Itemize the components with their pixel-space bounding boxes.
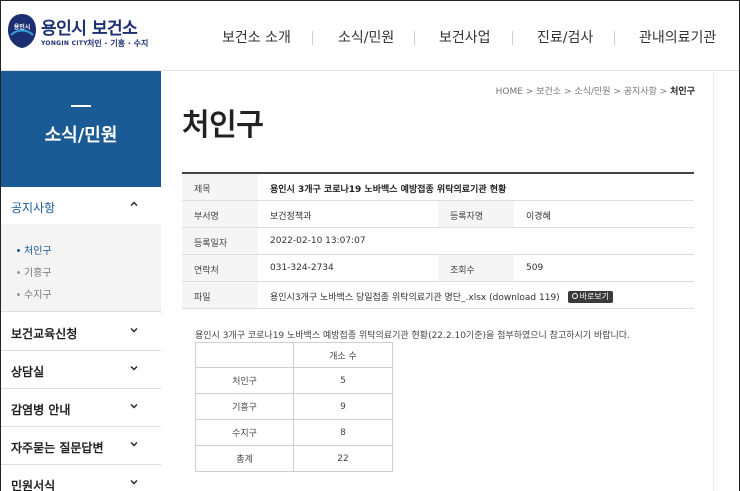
post-subject: 용인시 3개구 코로나19 노바백스 예방접종 위탁의료기관 현황 xyxy=(270,185,507,195)
submenu-item-suji[interactable]: 수지구 xyxy=(17,286,52,301)
sidebar-item-faq[interactable]: 자주묻는 질문답변 xyxy=(1,427,161,465)
chevron-down-icon xyxy=(130,480,138,485)
sidebar-item-label: 자주묻는 질문답변 xyxy=(11,441,104,455)
post-date: 2022-02-10 13:07:07 xyxy=(270,236,366,246)
file-download-link[interactable]: 용인시3개구 노바백스 당일접종 위탁의료기관 명단_.xlsx (downlo… xyxy=(270,293,560,303)
nav-item-medical-institutions[interactable]: 관내의료기관 xyxy=(639,27,716,47)
info-label: 제목 xyxy=(182,174,258,200)
table-row: 기흥구 9 xyxy=(195,393,393,420)
breadcrumb: HOME > 보건소 > 소식/민원 > 공지사항 > 처인구 xyxy=(495,87,695,97)
sidebar-item-forms[interactable]: 민원서식 xyxy=(1,465,161,491)
info-row-date: 등록일자 2022-02-10 13:07:07 xyxy=(182,228,694,255)
right-margin xyxy=(713,72,739,491)
sidebar-item-label: 상담실 xyxy=(11,365,45,379)
info-label: 등록일자 xyxy=(182,228,258,254)
info-row-subject: 제목 용인시 3개구 코로나19 노바백스 예방접종 위탁의료기관 현황 xyxy=(182,174,694,201)
table-cell-count: 22 xyxy=(293,445,393,472)
sidebar-item-health-education[interactable]: 보건교육신청 xyxy=(1,313,161,351)
sidebar-header: 소식/민원 xyxy=(1,71,161,187)
logo-english: YONGIN CITY xyxy=(41,40,88,47)
submenu-item-label: 수지구 xyxy=(24,290,52,301)
preview-button-label: 바로보기 xyxy=(579,292,610,301)
bullet-icon xyxy=(17,270,20,274)
nav-item-treatment[interactable]: 진료/검사 xyxy=(537,27,593,47)
preview-button[interactable]: 바로보기 xyxy=(567,291,614,303)
table-row: 총계 22 xyxy=(195,445,393,472)
nav-item-health-programs[interactable]: 보건사업 xyxy=(439,27,491,47)
table-cell-count: 5 xyxy=(293,367,393,394)
sidebar-submenu: 처인구 기흥구 수지구 xyxy=(1,224,161,312)
table-header-cell: 개소 수 xyxy=(293,342,393,368)
info-row-file: 파일 용인시3개구 노바백스 당일접종 위탁의료기관 명단_.xlsx (dow… xyxy=(182,282,694,309)
sidebar-item-label: 공지사항 xyxy=(11,201,56,215)
page-title: 처인구 xyxy=(182,108,264,143)
file-row: 용인시3개구 노바백스 당일접종 위탁의료기관 명단_.xlsx (downlo… xyxy=(270,282,614,308)
post-author: 이경혜 xyxy=(526,212,551,222)
count-table: 개소 수 처인구 5 기흥구 9 수지구 8 총계 22 xyxy=(195,342,393,472)
table-header-row: 개소 수 xyxy=(195,342,393,368)
post-department: 보건정책과 xyxy=(270,212,312,222)
sidebar-item-counseling[interactable]: 상담실 xyxy=(1,351,161,389)
breadcrumb-home[interactable]: HOME xyxy=(496,87,523,97)
post-views: 509 xyxy=(526,263,544,273)
info-label: 조회수 xyxy=(438,255,514,281)
info-row-contact: 연락처 031-324-2734 조회수 509 xyxy=(182,255,694,282)
table-cell-count: 9 xyxy=(293,393,393,420)
emblem-text: 용인시 xyxy=(14,23,31,31)
table-cell-district: 기흥구 xyxy=(195,393,294,420)
sidebar: 소식/민원 공지사항 처인구 기흥구 수지구 보건교육신청 상담실 감염병 안내… xyxy=(1,71,161,491)
sidebar-item-label: 민원서식 xyxy=(11,479,56,491)
logo-title: 용인시 보건소 xyxy=(41,19,138,39)
post-body-text: 용인시 3개구 코로나19 노바백스 예방접종 위탁의료기관 현황(22.2.1… xyxy=(195,331,630,341)
table-cell-district: 처인구 xyxy=(195,367,294,394)
nav-divider xyxy=(414,31,415,45)
nav-item-about[interactable]: 보건소 소개 xyxy=(222,27,291,47)
table-row: 수지구 8 xyxy=(195,419,393,446)
table-row: 처인구 5 xyxy=(195,367,393,394)
submenu-item-label: 처인구 xyxy=(24,246,52,257)
main-content: HOME > 보건소 > 소식/민원 > 공지사항 > 처인구 처인구 제목 용… xyxy=(162,72,713,491)
sidebar-title: 소식/민원 xyxy=(44,125,118,146)
sidebar-item-label: 감염병 안내 xyxy=(11,403,71,417)
chevron-down-icon xyxy=(130,328,138,333)
city-emblem-icon: 용인시 xyxy=(7,13,37,49)
breadcrumb-notices[interactable]: 공지사항 xyxy=(624,87,657,97)
table-header-cell xyxy=(195,342,294,368)
sidebar-item-notices[interactable]: 공지사항 xyxy=(1,187,161,225)
chevron-up-icon xyxy=(130,201,138,206)
nav-divider xyxy=(614,31,615,45)
logo-subtitle: 처인 · 기흥 · 수지 xyxy=(87,39,149,48)
post-info-table: 제목 용인시 3개구 코로나19 노바백스 예방접종 위탁의료기관 현황 부서명… xyxy=(182,172,694,309)
submenu-item-cheoin[interactable]: 처인구 xyxy=(17,242,52,257)
nav-item-news[interactable]: 소식/민원 xyxy=(338,27,394,47)
bullet-icon xyxy=(17,292,20,296)
breadcrumb-health-center[interactable]: 보건소 xyxy=(536,87,561,97)
browser-frame: 용인시 용인시 보건소 YONGIN CITY 처인 · 기흥 · 수지 보건소… xyxy=(0,0,740,491)
chevron-down-icon xyxy=(130,442,138,447)
site-header: 용인시 용인시 보건소 YONGIN CITY 처인 · 기흥 · 수지 보건소… xyxy=(1,1,739,71)
nav-divider xyxy=(512,31,513,45)
info-label: 연락처 xyxy=(182,255,258,281)
sidebar-title-dash xyxy=(71,105,91,107)
table-cell-district: 총계 xyxy=(195,445,294,472)
breadcrumb-current: 처인구 xyxy=(670,87,695,97)
info-label: 부서명 xyxy=(182,201,258,227)
sidebar-item-infectious-disease[interactable]: 감염병 안내 xyxy=(1,389,161,427)
submenu-item-label: 기흥구 xyxy=(24,268,52,279)
chevron-down-icon xyxy=(130,366,138,371)
submenu-item-giheung[interactable]: 기흥구 xyxy=(17,264,52,279)
table-cell-district: 수지구 xyxy=(195,419,294,446)
breadcrumb-news[interactable]: 소식/민원 xyxy=(574,87,610,97)
site-logo[interactable]: 용인시 용인시 보건소 YONGIN CITY 처인 · 기흥 · 수지 xyxy=(7,13,167,57)
info-label: 등록자명 xyxy=(438,201,514,227)
chevron-down-icon xyxy=(130,404,138,409)
info-label: 파일 xyxy=(182,282,258,308)
table-cell-count: 8 xyxy=(293,419,393,446)
post-contact: 031-324-2734 xyxy=(270,263,334,273)
nav-divider xyxy=(312,31,313,45)
info-row-department: 부서명 보건정책과 등록자명 이경혜 xyxy=(182,201,694,228)
bullet-icon xyxy=(17,248,20,252)
magnifier-icon xyxy=(571,292,578,299)
sidebar-item-label: 보건교육신청 xyxy=(11,327,78,341)
